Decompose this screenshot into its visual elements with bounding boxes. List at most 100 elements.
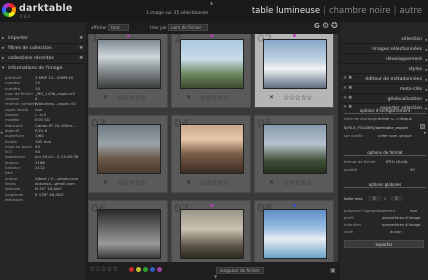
thumbnail-rating-stars[interactable]: ☆☆☆☆☆ xyxy=(200,94,229,102)
color-label-dot xyxy=(293,204,296,207)
view-lighttable[interactable]: table lumineuse xyxy=(252,6,320,16)
reject-icon[interactable]: ✕ xyxy=(269,179,274,186)
info-value: EOS 5D xyxy=(35,117,50,123)
thumbnail-cell[interactable]: 08✕☆☆☆☆☆ xyxy=(254,200,334,262)
intent-value[interactable]: paramètres d'image xyxy=(382,222,420,227)
thumbnail-cell[interactable]: 05✕☆☆☆☆☆ xyxy=(254,115,334,193)
reject-icon[interactable]: ✕ xyxy=(186,94,191,101)
module-reset-preset-icon[interactable]: ✕ ✱ xyxy=(343,96,352,101)
thumbnail-rating-stars[interactable]: ☆☆☆☆☆ xyxy=(117,179,146,187)
module-import[interactable]: ▸ importer ✱ xyxy=(0,34,86,44)
thumbnail-rating-stars[interactable]: ☆☆☆☆☆ xyxy=(117,94,146,102)
thumbnail-image[interactable] xyxy=(263,39,327,89)
module-header[interactable]: développement ◂ xyxy=(340,54,428,64)
target-storage-row[interactable]: cible de stockage fichier s...r disque xyxy=(344,116,426,122)
color-label-toggle[interactable] xyxy=(136,267,141,272)
thumbnail-rating-stars[interactable]: ☆☆☆☆☆ xyxy=(200,179,229,187)
module-reset-preset-icon[interactable]: ✕ ✱ xyxy=(343,76,352,81)
view-switcher: table lumineuse | chambre noire | autre xyxy=(251,6,422,16)
info-value: F/22.0 xyxy=(35,127,48,133)
thumbnail-image[interactable] xyxy=(180,39,244,89)
preset-star-icon[interactable]: ✱ xyxy=(79,46,83,51)
style-row[interactable]: style aucun xyxy=(344,229,426,235)
module-reset-preset-icon[interactable]: ✕ ✱ xyxy=(343,86,352,91)
reject-icon[interactable]: ✕ xyxy=(103,94,108,101)
zoom-select[interactable]: longueur de fichier xyxy=(216,267,264,274)
file-format-label: format de fichier xyxy=(344,159,376,164)
thumbnail-cell[interactable]: 03✕☆☆☆☆☆ xyxy=(88,115,168,193)
view-darkroom[interactable]: chambre noire xyxy=(329,6,391,16)
profile-row[interactable]: profil paramètres d'image xyxy=(344,215,426,221)
thumbnail-image[interactable] xyxy=(180,124,244,174)
module-header[interactable]: ✕ ✱ mots-clés ◂ xyxy=(340,84,428,94)
show-filter-select[interactable]: tout xyxy=(108,24,129,31)
target-storage-label: cible de stockage xyxy=(344,116,378,121)
grouping-icon[interactable]: ▣ xyxy=(330,267,336,274)
rating-stars[interactable]: ☆☆☆☆☆ xyxy=(89,265,118,273)
thumbnail-image[interactable] xyxy=(263,124,327,174)
thumbnail-rating-stars[interactable]: ☆☆☆☆☆ xyxy=(283,94,312,102)
collapse-left-panel-icon[interactable]: ◂ xyxy=(0,130,3,136)
collapse-right-panel-icon[interactable]: ▸ xyxy=(424,130,427,136)
thumbnail-cell[interactable]: 06✕☆☆☆☆☆ xyxy=(88,200,168,262)
info-value: 0 xyxy=(35,96,38,102)
thumbnail-cell[interactable]: 04✕☆☆☆☆☆ xyxy=(171,115,251,193)
info-key: prêtitulé xyxy=(5,75,22,80)
color-label-toggle[interactable] xyxy=(129,267,134,272)
file-format-row[interactable]: format de fichier JPEG (8-bit) xyxy=(344,159,426,165)
reject-icon[interactable]: ✕ xyxy=(186,179,191,186)
preferences-star-icon[interactable]: ✪ xyxy=(331,21,338,30)
module-header[interactable]: ✕ ✱ éditeur de métadonnées ◂ xyxy=(340,74,428,84)
thumbnail-image[interactable] xyxy=(180,209,244,259)
intent-row[interactable]: intention paramètres d'image xyxy=(344,222,426,228)
quality-slider[interactable]: qualité 95 xyxy=(344,167,426,173)
info-key: modèle xyxy=(5,117,20,123)
color-label-toggle[interactable] xyxy=(143,267,148,272)
reject-icon[interactable]: ✕ xyxy=(103,179,108,186)
module-image-info[interactable]: ▾ informations de l'image xyxy=(0,64,86,74)
thumbnail-image[interactable] xyxy=(97,39,161,89)
preset-star-icon[interactable]: ✱ xyxy=(79,56,83,61)
export-path-row[interactable]: $(FILE_FOLDER)/darktable_export xyxy=(344,124,426,131)
style-value[interactable]: aucun xyxy=(390,229,402,234)
info-key: focale xyxy=(5,138,17,144)
max-width-input[interactable]: 0 xyxy=(368,196,381,201)
reject-icon[interactable]: ✕ xyxy=(269,94,274,101)
info-key: mise au point xyxy=(5,143,32,149)
module-header[interactable]: images sélectionnées ◂ xyxy=(340,44,428,54)
on-conflict-value[interactable]: créer nom unique xyxy=(378,133,412,138)
right-panel: G ⚙ ✪ sélection ◂ images sélectionnées ◂ dév… xyxy=(314,21,428,280)
export-path-input[interactable]: $(FILE_FOLDER)/darktable_export xyxy=(344,125,408,130)
upscale-value[interactable]: non xyxy=(410,208,417,213)
module-header[interactable]: sélection ◂ xyxy=(340,34,428,44)
collapse-bottom-panel-icon[interactable]: ▼ xyxy=(214,274,217,279)
thumbnail-image[interactable] xyxy=(97,124,161,174)
thumbnail-rating-stars[interactable]: ☆☆☆☆☆ xyxy=(283,179,312,187)
thumbnail-cell[interactable]: 2 ✕ ☆☆☆☆☆ xyxy=(171,34,251,108)
module-recent-collections[interactable]: ▸ collections récentes ✱ xyxy=(0,54,86,64)
file-format-value[interactable]: JPEG (8-bit) xyxy=(386,159,408,164)
info-key: version xyxy=(5,96,20,102)
export-button[interactable]: exporter xyxy=(344,240,424,248)
on-conflict-row[interactable]: sur conflit créer nom unique xyxy=(344,133,426,139)
thumbnail-cell[interactable]: 07✕☆☆☆☆☆ xyxy=(171,200,251,262)
color-label-toggle[interactable] xyxy=(157,267,162,272)
thumbnail-cell[interactable]: 02✕☆☆☆☆☆ xyxy=(254,34,334,108)
color-label-toggle[interactable] xyxy=(150,267,155,272)
upscale-row[interactable]: autoriser l'agrandissement non xyxy=(344,208,426,214)
preset-star-icon[interactable]: ✱ xyxy=(79,36,83,41)
target-storage-value[interactable]: fichier s...r disque xyxy=(378,116,412,121)
thumbnail-image[interactable] xyxy=(97,209,161,259)
settings-gear-icon[interactable]: ⚙ xyxy=(322,21,329,30)
module-header[interactable]: styles ◂ xyxy=(340,64,428,74)
grouping-g-icon[interactable]: G xyxy=(314,22,320,30)
thumbnail-image[interactable] xyxy=(263,209,327,259)
thumbnail-cell[interactable]: 1 ✕ ☆☆☆☆☆ xyxy=(88,34,168,108)
max-height-input[interactable]: 0 xyxy=(390,196,403,201)
sort-select[interactable]: nom de fichier xyxy=(168,24,209,31)
module-collection-filters[interactable]: ▸ filtres de collection ✱ xyxy=(0,44,86,54)
profile-value[interactable]: paramètres d'image xyxy=(382,215,420,220)
collapse-top-panel-icon[interactable]: ▲ xyxy=(210,0,213,5)
view-other[interactable]: autre xyxy=(400,6,422,16)
browse-folder-button[interactable] xyxy=(420,124,425,129)
